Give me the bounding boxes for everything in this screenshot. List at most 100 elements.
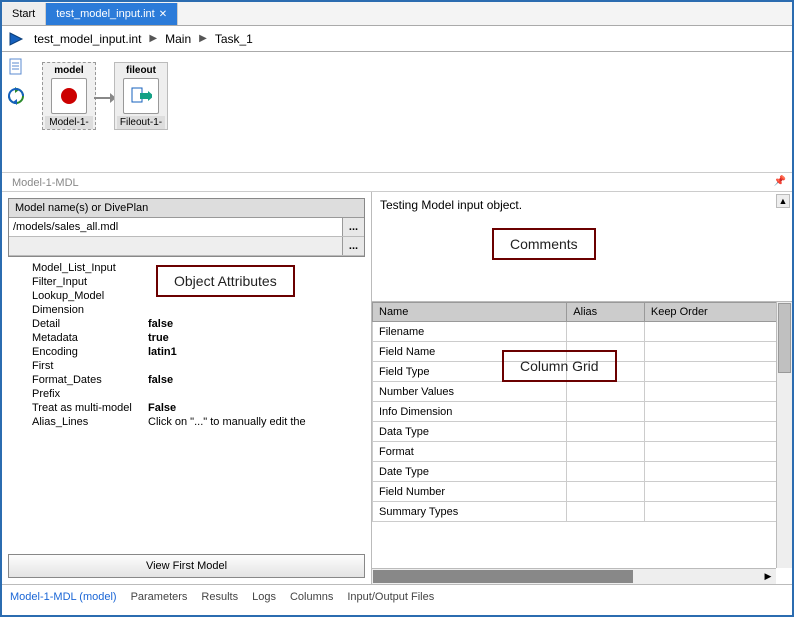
- node-title: fileout: [117, 65, 165, 76]
- attribute-value: [148, 276, 365, 288]
- comments-area[interactable]: Testing Model input object. ▲ Comments: [372, 192, 792, 302]
- refresh-icon[interactable]: [7, 87, 25, 108]
- cell-name: Number Values: [373, 382, 567, 402]
- table-row[interactable]: Filename: [373, 322, 792, 342]
- cell-keep-order[interactable]: [644, 502, 791, 522]
- vertical-scrollbar[interactable]: [776, 302, 792, 568]
- bottom-tab[interactable]: Parameters: [131, 591, 188, 603]
- attribute-row[interactable]: First: [8, 359, 365, 373]
- bottom-tab[interactable]: Columns: [290, 591, 333, 603]
- tab-label: test_model_input.int: [56, 8, 154, 20]
- attribute-value: [148, 388, 365, 400]
- view-first-model-button[interactable]: View First Model: [8, 554, 365, 578]
- column-header[interactable]: Keep Order: [644, 303, 791, 322]
- pin-icon[interactable]: 📌: [774, 176, 786, 187]
- cell-alias[interactable]: [567, 402, 645, 422]
- attribute-value: False: [148, 402, 365, 414]
- cell-alias[interactable]: [567, 362, 645, 382]
- table-row[interactable]: Number Values: [373, 382, 792, 402]
- cell-alias[interactable]: [567, 462, 645, 482]
- attribute-row[interactable]: Detailfalse: [8, 317, 365, 331]
- table-row[interactable]: Info Dimension: [373, 402, 792, 422]
- cell-alias[interactable]: [567, 422, 645, 442]
- cell-alias[interactable]: [567, 442, 645, 462]
- node-fileout[interactable]: fileout Fileout-1-: [114, 62, 168, 130]
- attribute-row[interactable]: Prefix: [8, 387, 365, 401]
- cell-alias[interactable]: [567, 342, 645, 362]
- attribute-row[interactable]: Encodinglatin1: [8, 345, 365, 359]
- crumb-2[interactable]: Task_1: [215, 32, 253, 46]
- attribute-row[interactable]: Dimension: [8, 303, 365, 317]
- horizontal-scrollbar[interactable]: ◀ ▶: [372, 568, 776, 584]
- node-sub: Model-1-: [45, 116, 93, 129]
- tab-start[interactable]: Start: [2, 3, 46, 25]
- attribute-row[interactable]: Model_List_Input: [8, 261, 365, 275]
- bottom-tab[interactable]: Input/Output Files: [347, 591, 434, 603]
- table-row[interactable]: Format: [373, 442, 792, 462]
- table-row[interactable]: Field Number: [373, 482, 792, 502]
- crumb-0[interactable]: test_model_input.int: [34, 32, 141, 46]
- document-icon[interactable]: [8, 58, 24, 79]
- cell-keep-order[interactable]: [644, 402, 791, 422]
- cell-keep-order[interactable]: [644, 322, 791, 342]
- crumb-1[interactable]: Main: [165, 32, 191, 46]
- attribute-value: Click on "..." to manually edit the: [148, 416, 365, 428]
- flow-arrow-icon: [94, 92, 116, 104]
- chevron-right-icon: ▶: [149, 33, 157, 44]
- model-path-input[interactable]: [9, 218, 342, 236]
- model-path-input-empty[interactable]: [9, 237, 342, 255]
- attribute-key: Treat as multi-model: [8, 402, 148, 414]
- right-pane: Testing Model input object. ▲ Comments N…: [372, 192, 792, 584]
- panel-label: Model-1-MDL 📌: [2, 172, 792, 192]
- cell-keep-order[interactable]: [644, 482, 791, 502]
- scroll-up-icon[interactable]: ▲: [776, 194, 790, 208]
- attribute-row[interactable]: Lookup_Model: [8, 289, 365, 303]
- scroll-right-icon[interactable]: ▶: [760, 569, 776, 584]
- flow-canvas[interactable]: model Model-1- fileout Fileout-1-: [30, 52, 792, 172]
- table-row[interactable]: Field Type: [373, 362, 792, 382]
- attribute-key: Format_Dates: [8, 374, 148, 386]
- bottom-tab[interactable]: Results: [201, 591, 238, 603]
- table-row[interactable]: Field Name: [373, 342, 792, 362]
- attribute-row[interactable]: Metadatatrue: [8, 331, 365, 345]
- cell-keep-order[interactable]: [644, 462, 791, 482]
- attribute-row[interactable]: Alias_LinesClick on "..." to manually ed…: [8, 415, 365, 429]
- attribute-row[interactable]: Filter_Input: [8, 275, 365, 289]
- attribute-key: Filter_Input: [8, 276, 148, 288]
- cell-keep-order[interactable]: [644, 342, 791, 362]
- attribute-value: false: [148, 318, 365, 330]
- bottom-tab[interactable]: Model-1-MDL (model): [10, 591, 117, 603]
- left-pane: Model name(s) or DivePlan ... ... Object…: [2, 192, 372, 584]
- bottom-tab[interactable]: Logs: [252, 591, 276, 603]
- close-icon[interactable]: ✕: [159, 9, 167, 20]
- cell-alias[interactable]: [567, 502, 645, 522]
- browse-button[interactable]: ...: [342, 237, 364, 255]
- tab-active-file[interactable]: test_model_input.int ✕: [46, 3, 178, 25]
- cell-name: Info Dimension: [373, 402, 567, 422]
- model-name-header: Model name(s) or DivePlan: [9, 199, 364, 218]
- node-model[interactable]: model Model-1-: [42, 62, 96, 130]
- cell-name: Date Type: [373, 462, 567, 482]
- table-row[interactable]: Summary Types: [373, 502, 792, 522]
- attribute-key: Prefix: [8, 388, 148, 400]
- model-name-box: Model name(s) or DivePlan ... ...: [8, 198, 365, 257]
- column-header[interactable]: Name: [373, 303, 567, 322]
- attribute-row[interactable]: Treat as multi-modelFalse: [8, 401, 365, 415]
- cell-keep-order[interactable]: [644, 422, 791, 442]
- browse-button[interactable]: ...: [342, 218, 364, 236]
- column-header[interactable]: Alias: [567, 303, 645, 322]
- comments-text: Testing Model input object.: [380, 198, 522, 212]
- table-row[interactable]: Data Type: [373, 422, 792, 442]
- cell-alias[interactable]: [567, 482, 645, 502]
- attribute-value: true: [148, 332, 365, 344]
- table-row[interactable]: Date Type: [373, 462, 792, 482]
- attribute-value: [148, 262, 365, 274]
- cell-alias[interactable]: [567, 382, 645, 402]
- attribute-row[interactable]: Format_Datesfalse: [8, 373, 365, 387]
- attribute-key: Detail: [8, 318, 148, 330]
- cell-keep-order[interactable]: [644, 442, 791, 462]
- run-icon[interactable]: [8, 31, 26, 47]
- cell-keep-order[interactable]: [644, 362, 791, 382]
- cell-keep-order[interactable]: [644, 382, 791, 402]
- cell-alias[interactable]: [567, 322, 645, 342]
